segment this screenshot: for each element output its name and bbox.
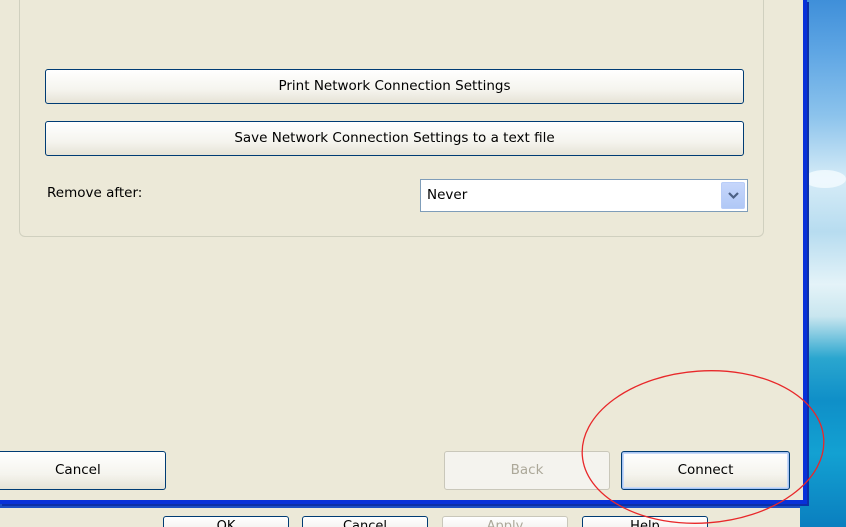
chevron-down-icon bbox=[728, 192, 739, 200]
remove-after-select[interactable]: Never bbox=[420, 179, 748, 212]
cancel-button[interactable]: Cancel bbox=[0, 451, 166, 490]
connect-button[interactable]: Connect bbox=[621, 451, 790, 490]
remove-after-value: Never bbox=[427, 187, 468, 203]
save-settings-button[interactable]: Save Network Connection Settings to a te… bbox=[45, 121, 744, 156]
print-settings-button[interactable]: Print Network Connection Settings bbox=[45, 69, 744, 104]
parent-apply-button: Apply bbox=[442, 516, 568, 527]
parent-help-button[interactable]: Help bbox=[582, 516, 708, 527]
back-button: Back bbox=[444, 451, 610, 490]
remove-after-label: Remove after: bbox=[47, 185, 143, 201]
parent-dialog: OK Cancel Apply Help bbox=[0, 508, 800, 527]
dropdown-button[interactable] bbox=[721, 182, 745, 209]
parent-cancel-button[interactable]: Cancel bbox=[302, 516, 428, 527]
wizard-window: Print Network Connection Settings Save N… bbox=[0, 0, 807, 504]
parent-ok-button[interactable]: OK bbox=[163, 516, 289, 527]
